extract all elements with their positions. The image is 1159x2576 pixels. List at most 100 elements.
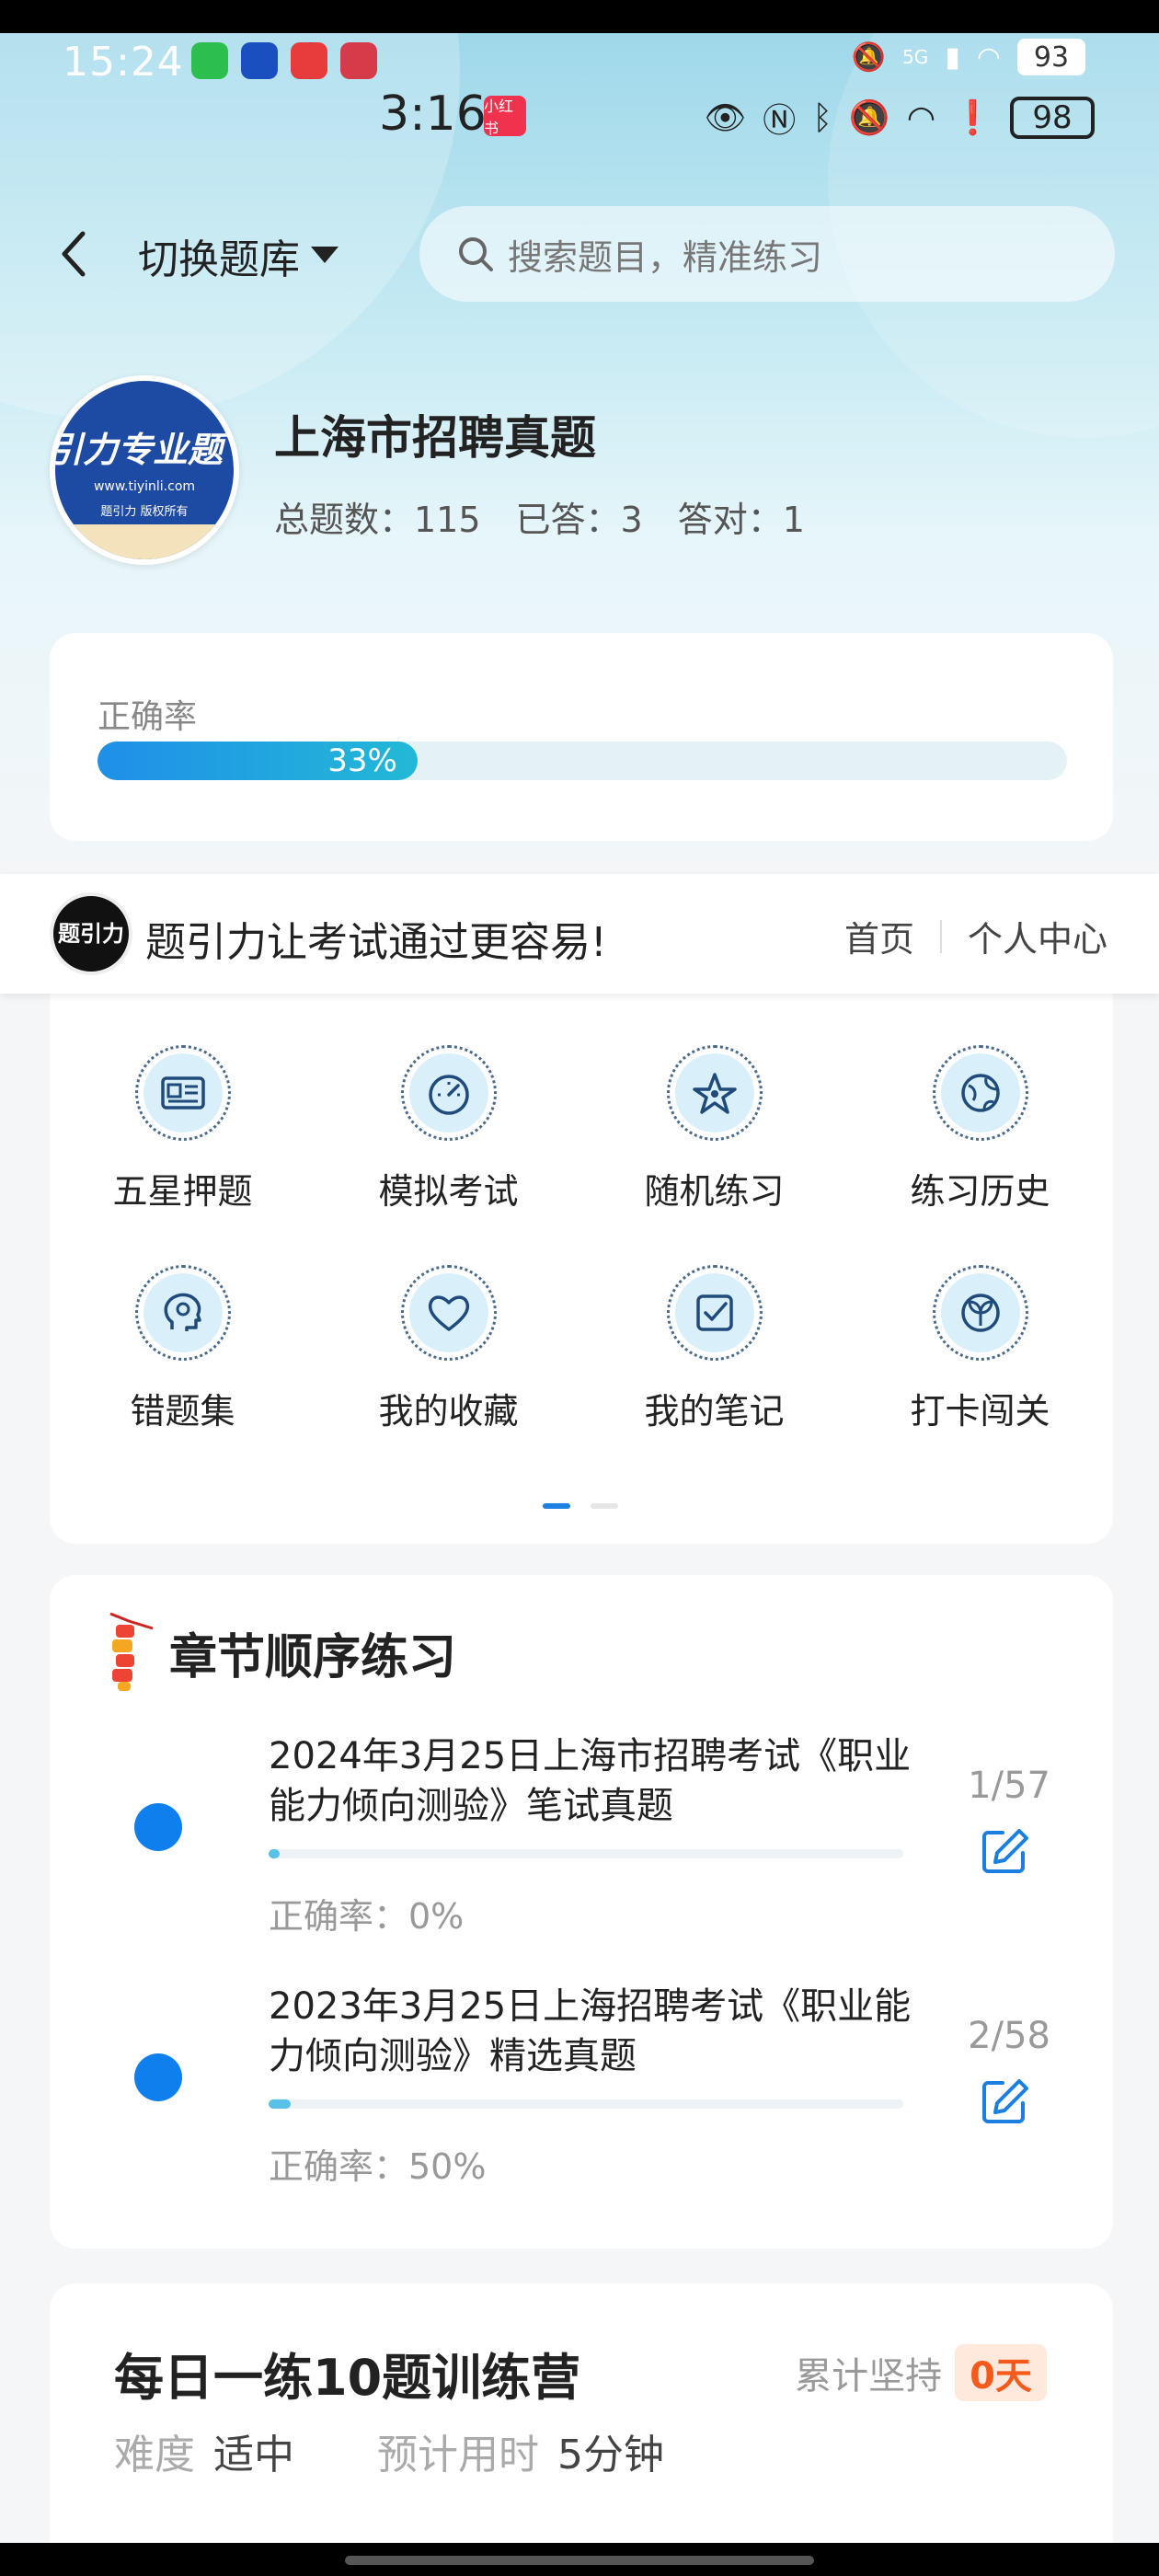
func-label: 随机练习 <box>644 1171 785 1212</box>
chapter-item[interactable]: 2023年3月25日上海招聘考试《职业能力倾向测验》精选真题 正确率：50% 2… <box>50 1982 1113 2212</box>
chapter-header: 章节顺序练习 <box>101 1608 456 1696</box>
id-card-icon <box>160 1076 205 1110</box>
func-favorites[interactable]: 我的收藏 <box>316 1265 581 1433</box>
time-label: 预计用时 <box>377 2432 539 2478</box>
chapter-count: 1/57 <box>968 1765 1050 1807</box>
icon-ring <box>134 1045 231 1141</box>
bank-stats: 总题数：115 已答：3 答对：1 <box>274 491 805 542</box>
wechat-icon <box>191 42 228 79</box>
func-label: 我的笔记 <box>644 1391 785 1432</box>
func-label: 我的收藏 <box>378 1391 519 1432</box>
func-random-practice[interactable]: 随机练习 <box>581 1045 847 1213</box>
search-icon <box>459 237 493 271</box>
accuracy-progress-bar: 33% <box>98 742 1067 780</box>
func-wrong-questions[interactable]: 错题集 <box>50 1265 316 1433</box>
search-input[interactable]: 搜索题目，精准练习 <box>419 206 1115 302</box>
accuracy-label: 正确率 <box>98 698 198 736</box>
edit-icon[interactable] <box>979 2076 1030 2127</box>
inner-status-time: 3:16 <box>379 86 487 142</box>
chapter-progress-fill <box>269 1849 281 1858</box>
func-history[interactable]: 练习历史 <box>847 1045 1113 1213</box>
heart-icon <box>428 1295 469 1331</box>
banner-logo-text: 题引力 <box>58 921 124 947</box>
search-placeholder: 搜索题目，精准练习 <box>508 236 823 278</box>
icon-ring <box>666 1265 763 1361</box>
wifi-icon: ◠ <box>906 98 936 137</box>
icon-ring <box>134 1265 231 1361</box>
streak-badge: 0天 <box>955 2344 1047 2401</box>
chapter-title: 章节顺序练习 <box>169 1629 457 1685</box>
chevron-left-icon <box>62 231 86 277</box>
home-indicator[interactable] <box>345 2556 814 2565</box>
chapter-item-title: 2023年3月25日上海招聘考试《职业能力倾向测验》精选真题 <box>269 1985 912 2077</box>
app-icon <box>241 42 278 79</box>
daily-meta: 难度 适中 预计用时 5分钟 <box>114 2421 729 2480</box>
stat-total: 总题数：115 <box>274 500 481 540</box>
icon-bg <box>674 1053 754 1133</box>
icon-ring <box>400 1265 497 1361</box>
firecracker-icon <box>109 1612 154 1691</box>
outer-battery: 93 <box>1017 39 1085 75</box>
func-label: 五星押题 <box>112 1171 253 1212</box>
accuracy-card: 正确率 33% <box>50 633 1113 841</box>
xiaohongshu-badge: 小红书 <box>484 96 526 137</box>
daily-practice-card[interactable]: 每日一练10题训练营 累计坚持 0天 难度 适中 预计用时 5分钟 <box>50 2283 1113 2559</box>
func-label: 模拟考试 <box>378 1171 519 1212</box>
banner-nav: 首页 个人中心 <box>844 911 1107 961</box>
bank-logo-image: 引力专业题 www.tiyinli.com 题引力 版权所有 <box>55 381 234 559</box>
icon-bg <box>408 1053 488 1133</box>
outer-status-right: 🔕 5G ▮ ◠ 93 <box>852 39 1085 75</box>
chapter-accuracy: 正确率：0% <box>269 1896 465 1937</box>
func-five-star[interactable]: 五星押题 <box>50 1045 316 1213</box>
chapter-bullet <box>134 1803 182 1851</box>
icon-bg <box>408 1273 488 1352</box>
globe-icon <box>960 1074 1000 1112</box>
icon-bg <box>143 1053 223 1133</box>
icon-bg <box>674 1273 754 1352</box>
page-dot-active[interactable] <box>543 1503 570 1509</box>
accuracy-percent: 33% <box>327 742 397 779</box>
nfc-icon: Ⓝ <box>763 102 797 140</box>
func-notes[interactable]: 我的笔记 <box>581 1265 847 1433</box>
func-checkin[interactable]: 打卡闯关 <box>847 1265 1113 1433</box>
edit-icon[interactable] <box>979 1825 1030 1877</box>
stat-answered: 已答：3 <box>515 500 643 540</box>
sprout-icon <box>960 1294 1000 1332</box>
chapter-item-title: 2024年3月25日上海市招聘考试《职业能力倾向测验》笔试真题 <box>269 1735 912 1827</box>
banner-slogan: 题引力让考试通过更容易! <box>145 919 607 966</box>
icon-bg <box>940 1273 1020 1352</box>
icon-ring <box>932 1265 1028 1361</box>
gauge-icon <box>428 1075 469 1115</box>
back-button[interactable] <box>52 226 94 282</box>
page-dot[interactable] <box>591 1503 618 1509</box>
header-bar: 切换题库 搜索题目，精准练习 <box>0 202 1159 304</box>
page-indicator <box>543 1503 618 1509</box>
chapter-progress-fill <box>269 2099 291 2109</box>
nav-divider <box>939 919 942 953</box>
icon-ring <box>666 1045 763 1141</box>
top-black-band <box>0 0 1159 33</box>
wifi-icon: ◠ <box>976 40 1001 74</box>
func-label: 打卡闯关 <box>910 1391 1050 1432</box>
chapter-progress-bar <box>269 1849 903 1858</box>
chapter-bullet <box>134 2053 182 2101</box>
bank-title: 上海市招聘真题 <box>274 411 596 465</box>
nav-home-link[interactable]: 首页 <box>844 911 914 961</box>
chapter-item[interactable]: 2024年3月25日上海市招聘考试《职业能力倾向测验》笔试真题 正确率：0% 1… <box>50 1731 1113 1961</box>
nav-profile-link[interactable]: 个人中心 <box>968 911 1107 961</box>
bank-logo: 引力专业题 www.tiyinli.com 题引力 版权所有 <box>50 375 239 565</box>
banner-logo: 题引力 <box>50 892 132 975</box>
streak-label: 累计坚持 <box>795 2355 943 2398</box>
switch-bank-dropdown[interactable]: 切换题库 <box>138 226 339 285</box>
inner-status-bar: 3:16 小红书 👁 Ⓝ ᛒ 🔕 ◠ ❗ 98 <box>0 85 1159 149</box>
func-label: 练习历史 <box>910 1171 1050 1212</box>
difficulty-value: 适中 <box>213 2432 294 2478</box>
app-icon <box>291 42 327 79</box>
logo-text: 引力专业题 <box>55 430 223 470</box>
signal-icon: ▮ <box>945 40 960 74</box>
logo-url: www.tiyinli.com <box>93 479 196 494</box>
outer-status-time: 15:24 <box>63 39 184 86</box>
inner-status-right: 👁 Ⓝ ᛒ 🔕 ◠ ❗ 98 <box>705 94 1095 142</box>
func-mock-exam[interactable]: 模拟考试 <box>316 1045 581 1213</box>
bluetooth-icon: ᛒ <box>812 98 832 137</box>
